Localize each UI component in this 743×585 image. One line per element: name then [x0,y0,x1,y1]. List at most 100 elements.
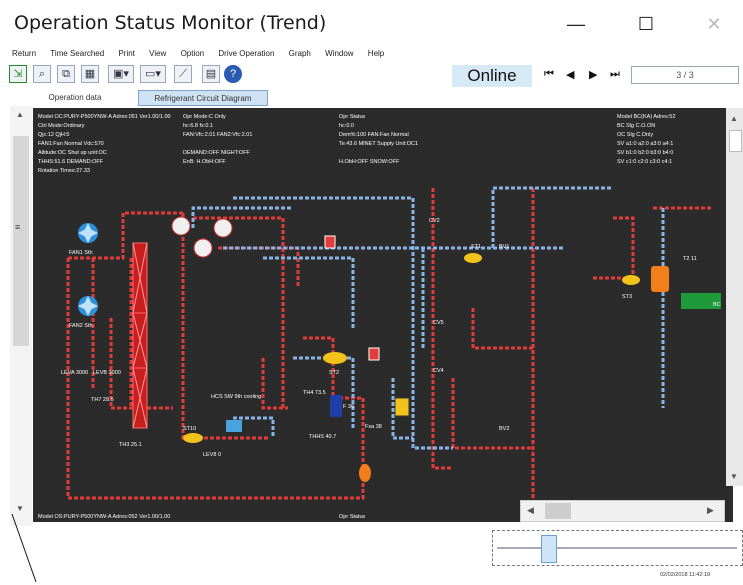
footer-model: Model OS:PURY-P500YNW-A Adres:052 Ver1.0… [38,514,170,520]
menu-time-searched[interactable]: Time Searched [50,49,104,58]
leva-label: LEVA 3000 [61,370,88,376]
minimize-button[interactable]: — [554,8,598,40]
compressor-2 [193,238,213,258]
bv1-label: BV1 [499,244,509,250]
th7-label: TH7 28.5 [91,397,114,403]
horizontal-scrollbar[interactable]: ◀ ▶ [520,500,725,522]
f63-label: F 36 [343,404,354,410]
scroll-down-icon[interactable]: ▼ [730,472,738,481]
menu-bar: Return Time Searched Print View Option D… [0,49,743,63]
st2-label: ST2 [329,370,339,376]
svg-text:Model BC(KA) Adres:52: Model BC(KA) Adres:52 [617,114,675,120]
vertical-scrollbar-left[interactable]: ▲ ≡ ▼ [10,106,32,526]
slider-thumb[interactable] [541,535,557,563]
hscroll-thumb[interactable] [545,503,571,519]
first-page-icon[interactable]: ⏮ [544,68,554,81]
svg-text:OC Slg C.Only: OC Slg C.Only [617,132,653,138]
svg-text:Opr Status: Opr Status [339,114,366,120]
compressor-1 [171,216,191,236]
page-indicator[interactable]: 3 / 3 [631,66,739,84]
svg-text:FAN1:Fan Normal Vdc:570: FAN1:Fan Normal Vdc:570 [38,141,104,147]
svg-text:EnB: H.ObH:OFF: EnB: H.ObH:OFF [183,159,226,165]
te-label: T2 11 [683,256,697,262]
compressor-3 [213,218,233,238]
monitor-dropdown-icon[interactable]: ▭▾ [140,65,166,83]
magnify-icon[interactable]: ⌕ [33,65,51,83]
heat-exchanger-middle [132,312,148,369]
svg-text:hc:6.8 fx:0.1: hc:6.8 fx:0.1 [183,123,213,129]
svg-text:SV c1:0 c2:0 c3:0 c4:1: SV c1:0 c2:0 c3:0 c4:1 [617,159,672,165]
scroll-up-icon[interactable]: ▲ [16,110,24,119]
fan1-label: FAN1 Sth [69,250,93,256]
svg-text:Ctrl Mode:Ordinary: Ctrl Mode:Ordinary [38,123,85,129]
previous-page-icon[interactable]: ◀ [566,68,574,81]
time-slider[interactable] [492,530,743,566]
fxa-label: Fxa 38 [365,424,382,430]
levb-label: LEVB 3000 [93,370,121,376]
window-title: Operation Status Monitor (Trend) [14,12,327,34]
scroll-right-icon[interactable]: ▶ [707,505,714,516]
display-dropdown-icon[interactable]: ▣▾ [108,65,134,83]
svg-text:hc:0.0: hc:0.0 [339,123,354,129]
last-page-icon[interactable]: ⏭ [610,68,620,81]
export-icon[interactable]: ⇲ [9,65,27,83]
accumulator [330,395,342,417]
solenoid-valve-b [324,235,336,249]
refrigerant-circuit-diagram: Model OC:PURY-P500YNW-A Adres:051 Ver1.0… [33,108,733,522]
scroll-up-icon[interactable]: ▲ [730,114,738,123]
lev8-label: LEV8 0 [203,452,221,458]
menu-view[interactable]: View [149,49,166,58]
tab-operation-data[interactable]: Operation data [36,90,114,106]
st3-label: ST3 [622,294,632,300]
svg-text:SV a1:0 a2:0 a3:0 a4:1: SV a1:0 a2:0 a3:0 a4:1 [617,141,673,147]
th4-label: TH4 73.5 [303,390,326,396]
solenoid-valve-a [368,347,380,361]
cv2-label: CV2 [429,218,440,224]
copy-icon[interactable]: ⧉ [57,65,75,83]
scroll-left-icon[interactable]: ◀ [527,505,534,516]
svg-text:Qjc:12 QjH:5: Qjc:12 QjH:5 [38,132,69,138]
close-button[interactable]: ✕ [692,8,736,40]
svg-text:THHS:51.6 DEMAND:OFF: THHS:51.6 DEMAND:OFF [38,159,104,165]
grip-icon: ≡ [15,222,21,232]
heat-exchanger-lower [132,367,148,429]
vertical-scrollbar-right[interactable]: ▲ ▼ [726,108,743,486]
bv2-label: BV2 [499,426,509,432]
slider-track [497,547,737,549]
menu-print[interactable]: Print [118,49,134,58]
menu-window[interactable]: Window [325,49,353,58]
strainer-st1 [464,253,482,263]
maximize-button[interactable]: ☐ [624,8,668,40]
online-status-badge: Online [452,65,532,87]
next-page-icon[interactable]: ▶ [589,68,597,81]
menu-option[interactable]: Option [181,49,205,58]
thhs-label: THHS 40.7 [309,434,336,440]
st10-label: ST10 [183,426,196,432]
svg-text:Te:43.6 MINET Supply Unit:OC: Te:43.6 MINET Supply Unit:OC1 [339,141,418,147]
trend-graph-icon[interactable]: ⟋ [174,65,192,83]
cv5-label: CV5 [433,320,444,326]
menu-help[interactable]: Help [368,49,384,58]
svg-text:H.ObH:OFF SNOW:OFF: H.ObH:OFF SNOW:OFF [339,159,400,165]
svg-text:Model OC:PURY-P500YNW-A Adres:: Model OC:PURY-P500YNW-A Adres:051 Ver1.0… [38,114,171,120]
menu-graph[interactable]: Graph [289,49,311,58]
bc-gas-liquid-separator [651,266,669,292]
help-icon[interactable]: ? [224,65,242,83]
tab-refrigerant-circuit-diagram[interactable]: Refrigerant Circuit Diagram [138,90,268,106]
strainer-st3 [622,275,640,285]
scroll-thumb[interactable] [13,136,29,346]
svg-text:SV b1:0 b2:0 b3:0 b4:0: SV b1:0 b2:0 b3:0 b4:0 [617,150,673,156]
menu-drive-operation[interactable]: Drive Operation [218,49,274,58]
hcs-label: HCS SW 9th cooling [211,394,261,400]
fan2-label: FAN2 Sth [69,323,93,329]
strainer-st10 [183,433,203,443]
menu-return[interactable]: Return [12,49,36,58]
layout-icon[interactable]: ▦ [81,65,99,83]
fan1-icon [78,223,98,243]
save-icon[interactable]: ▤ [202,65,220,83]
receiver [394,397,410,417]
bc-label: BC [713,302,721,308]
svg-text:DEMAND:OFF NIGHT:OFF: DEMAND:OFF NIGHT:OFF [183,150,251,156]
th3-label: TH3 25.1 [119,442,142,448]
scroll-thumb-right[interactable] [729,130,742,152]
